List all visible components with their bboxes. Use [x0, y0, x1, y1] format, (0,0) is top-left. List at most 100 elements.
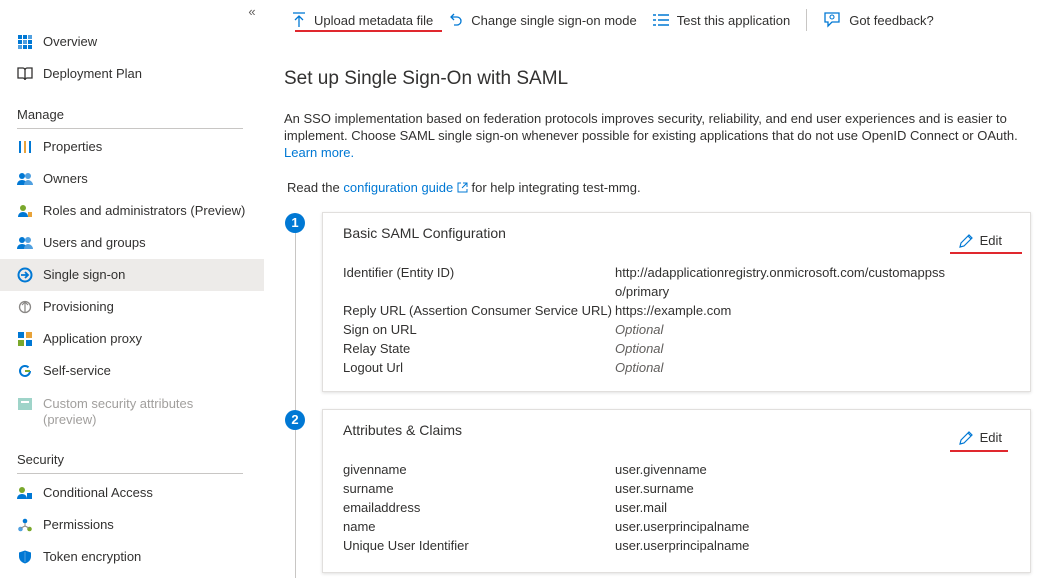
overview-grid-icon: [17, 34, 33, 50]
field-label: Logout Url: [343, 360, 403, 375]
nav-label: Owners: [43, 171, 88, 186]
field-label: Reply URL (Assertion Consumer Service UR…: [343, 303, 612, 318]
section-heading-security: Security: [17, 452, 243, 474]
field-value: http://adapplicationregistry.onmicrosoft…: [615, 265, 945, 299]
step-badge: 2: [285, 410, 305, 430]
edit-attributes-button[interactable]: Edit: [958, 430, 1002, 445]
field-row: Relay State Optional: [343, 339, 1023, 358]
test-application-button[interactable]: Test this application: [645, 0, 798, 40]
configuration-guide-link[interactable]: configuration guide: [343, 180, 453, 195]
nav-item-single-sign-on[interactable]: Single sign-on: [0, 259, 264, 291]
field-value: user.givenname: [615, 462, 707, 477]
custom-attributes-icon: [17, 396, 33, 412]
intro-paragraph: An SSO implementation based on federatio…: [284, 110, 1054, 161]
nav-item-permissions[interactable]: Permissions: [0, 509, 264, 541]
nav-label: Deployment Plan: [43, 66, 142, 81]
nav-label: Single sign-on: [43, 267, 126, 282]
undo-arrow-icon: [449, 13, 463, 27]
nav-item-provisioning[interactable]: Provisioning: [0, 291, 264, 323]
roles-icon: [17, 203, 33, 219]
conditional-access-icon: [17, 485, 33, 501]
single-sign-on-icon: [17, 267, 33, 283]
nav-item-properties[interactable]: Properties: [0, 131, 264, 163]
field-row: name user.userprincipalname: [343, 517, 1023, 536]
edit-label: Edit: [979, 233, 1002, 248]
nav-item-conditional-access[interactable]: Conditional Access: [0, 477, 264, 509]
field-label: name: [343, 519, 376, 534]
field-row: Unique User Identifier user.userprincipal…: [343, 536, 1023, 555]
pencil-icon: [958, 233, 973, 248]
provisioning-icon: [17, 299, 33, 315]
upload-metadata-button[interactable]: Upload metadata file: [284, 0, 441, 40]
field-value: Optional: [615, 360, 664, 375]
change-sso-mode-button[interactable]: Change single sign-on mode: [441, 0, 645, 40]
step-badge: 1: [285, 213, 305, 233]
pencil-icon: [958, 430, 973, 445]
nav-label: Overview: [43, 34, 98, 49]
nav-label: Permissions: [43, 517, 114, 532]
field-label: Unique User Identifier: [343, 538, 469, 553]
field-row: emailaddress user.mail: [343, 498, 1023, 517]
card-title: Basic SAML Configuration: [343, 225, 506, 241]
basic-saml-fields: Identifier (Entity ID) http://adapplicati…: [343, 263, 1023, 377]
field-row: Identifier (Entity ID) http://adapplicati…: [343, 263, 1023, 301]
nav-item-overview[interactable]: Overview: [0, 26, 264, 58]
basic-saml-card: Basic SAML Configuration Edit Identifier…: [322, 212, 1031, 392]
nav-label: Application proxy: [43, 331, 142, 346]
collapse-sidebar-button[interactable]: «: [244, 4, 260, 20]
field-value: Optional: [615, 341, 664, 356]
field-value: user.mail: [615, 500, 668, 515]
field-label: Relay State: [343, 341, 411, 356]
intro-text: An SSO implementation based on federatio…: [284, 111, 1018, 143]
users-groups-icon: [17, 235, 33, 251]
field-label: surname: [343, 481, 394, 496]
annotation-underline: [950, 252, 1022, 254]
section-heading-manage: Manage: [17, 107, 243, 129]
annotation-underline: [295, 30, 442, 32]
edit-label: Edit: [979, 430, 1002, 445]
nav-item-owners[interactable]: Owners: [0, 163, 264, 195]
edit-basic-saml-button[interactable]: Edit: [958, 233, 1002, 248]
nav-label: Conditional Access: [43, 485, 153, 500]
nav-label: Self-service: [43, 363, 111, 378]
permissions-icon: [17, 517, 33, 533]
field-value: Optional: [615, 322, 664, 337]
field-value: user.surname: [615, 481, 694, 496]
field-row: Sign on URL Optional: [343, 320, 1023, 339]
nav-label: Token encryption: [43, 549, 142, 564]
nav-item-token-encryption[interactable]: Token encryption: [0, 541, 264, 573]
upload-metadata-label: Upload metadata file: [314, 12, 434, 28]
field-value: user.userprincipalname: [615, 519, 750, 534]
field-label: givenname: [343, 462, 407, 477]
nav-item-custom-security-attributes: Custom security attributes (preview): [0, 388, 264, 432]
nav-item-deployment-plan[interactable]: Deployment Plan: [0, 58, 264, 90]
annotation-underline: [950, 450, 1008, 452]
guide-sentence: Read the configuration guide for help in…: [287, 180, 641, 196]
command-bar: Upload metadata file Change single sign-…: [284, 0, 942, 40]
nav-item-application-proxy[interactable]: Application proxy: [0, 323, 264, 355]
test-application-label: Test this application: [676, 12, 791, 28]
nav-label: Provisioning: [43, 299, 114, 314]
card-title: Attributes & Claims: [343, 422, 463, 438]
learn-more-link[interactable]: Learn more.: [284, 145, 354, 160]
field-label: Identifier (Entity ID): [343, 265, 455, 280]
page-title: Set up Single Sign-On with SAML: [284, 68, 569, 89]
book-icon: [17, 66, 33, 82]
nav-label: Roles and administrators (Preview): [43, 203, 246, 218]
shield-icon: [17, 549, 33, 565]
guide-prefix: Read the: [287, 180, 340, 195]
feedback-button[interactable]: Got feedback?: [815, 0, 942, 40]
guide-suffix: for help integrating test-mmg.: [471, 180, 641, 195]
feedback-person-icon: [823, 12, 841, 28]
steps-connector: [295, 230, 296, 578]
nav-item-users-groups[interactable]: Users and groups: [0, 227, 264, 259]
field-label: emailaddress: [343, 500, 421, 515]
claims-fields: givenname user.givenname surname user.surn…: [343, 460, 1023, 555]
owners-icon: [17, 171, 33, 187]
list-icon: [652, 13, 669, 27]
nav-item-roles[interactable]: Roles and administrators (Preview): [0, 195, 264, 227]
feedback-label: Got feedback?: [849, 12, 934, 28]
nav-item-self-service[interactable]: Self-service: [0, 355, 264, 387]
app-proxy-icon: [17, 331, 33, 347]
nav-label: Users and groups: [43, 235, 146, 250]
